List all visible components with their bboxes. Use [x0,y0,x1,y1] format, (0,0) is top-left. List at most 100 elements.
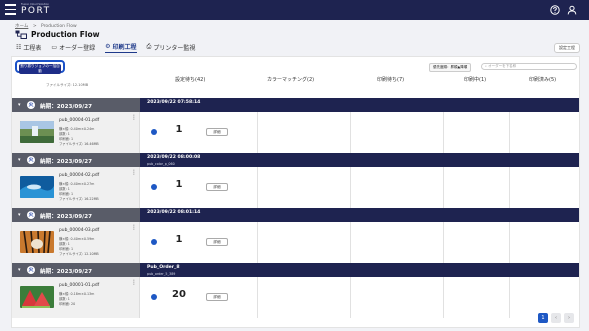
order-title: 2023/09/22 08:01:14 [147,210,201,215]
job-info-cell: pub_00004-01.pdf 横×縦: 0.40m×0.24m 部数: 1 … [12,112,140,153]
user-icon[interactable] [567,5,577,15]
column-divider [350,222,351,263]
status-dot-icon [151,294,157,300]
print-process-panel: 割り振りジョブの一括自動 優先度順：昇順▲降順 ⌕ オーダーを下名称 設定待ち(… [11,56,580,328]
column-divider [443,277,444,318]
order-title: Pub_Order_8 [147,265,180,270]
column-header-print-wait: 印刷待ち(7) [377,77,405,83]
job-row[interactable]: pub_00004-03.pdf 横×縦: 0.40m×0.59m 部数: 1 … [12,222,579,263]
auto-assign-jobs-button[interactable]: 割り振りジョブの一括自動 [15,60,65,74]
job-row[interactable]: pub_00004-01.pdf 横×縦: 0.40m×0.24m 部数: 1 … [12,112,579,153]
page-1-button[interactable]: 1 [538,313,548,323]
column-header-printing: 印刷中(1) [464,77,487,83]
more-options-icon[interactable]: ⋮ [131,115,137,121]
column-header-setting-wait: 設定待ち(42) [175,77,206,83]
job-thumbnail [20,121,54,143]
weekday-badge: 火 [27,156,35,164]
column-divider [257,277,258,318]
tab-label: 印刷工程 [112,44,137,51]
help-icon[interactable] [550,5,560,15]
settings-process-button[interactable]: 設定工程 [554,43,580,53]
due-date-group-header[interactable]: ▾ 火 納期：2023/09/27 2023/09/22 08:01:14 [12,208,579,222]
quantity-value: 20 [172,289,186,300]
order-title: 2023/09/22 07:58:14 [147,100,201,105]
column-header-color-matching: カラーマッチング(2) [267,77,315,83]
printer-monitor-icon: ⎙ [146,43,152,50]
tab-label: オーダー登録 [59,44,96,52]
status-dot-icon [151,239,157,245]
breadcrumb-home[interactable]: ホーム [15,24,28,29]
due-date-title: 納期：2023/09/27 [40,158,93,165]
job-thumbnail [20,286,54,308]
status-dot-icon [151,129,157,135]
job-info-cell: pub_00004-02.pdf 横×縦: 0.40m×0.27m 部数: 1 … [12,167,140,208]
auto-assign-jobs-label: 割り振りジョブの一括自動 [19,64,61,74]
breadcrumb: ホーム > Production Flow [15,23,80,29]
due-date-group-header[interactable]: ▾ 火 納期：2023/09/27 2023/09/22 08:00:08 pu… [12,153,579,167]
menu-icon[interactable] [5,4,16,16]
column-divider [350,167,351,208]
column-divider [350,112,351,153]
job-thumbnail [20,176,54,198]
column-header-printed: 印刷済み(5) [529,77,557,83]
breadcrumb-separator: > [32,24,37,29]
tab-label: プリンター監視 [153,44,196,52]
detail-button[interactable]: 詳細 [206,238,228,246]
column-divider [509,112,510,153]
file-name: pub_00001-01.pdf [59,283,100,288]
chevron-down-icon[interactable]: ▾ [18,102,21,108]
file-size-text: ファイルサイズ: 12.10MB [59,252,99,256]
chevron-down-icon[interactable]: ▾ [18,212,21,218]
more-options-icon[interactable]: ⋮ [131,280,137,286]
chevron-down-icon[interactable]: ▾ [18,267,21,273]
file-name: pub_00004-01.pdf [59,118,100,123]
top-bar: Fusion Cloud Solution PORT [0,0,589,20]
quantity-value: 1 [175,234,183,245]
search-input[interactable]: ⌕ オーダーを下名称 [481,63,577,70]
order-header: 2023/09/22 07:58:14 [140,98,579,112]
detail-button[interactable]: 詳細 [206,183,228,191]
print-icon: ⚙ [105,43,111,50]
order-icon: ▭ [51,43,58,51]
column-divider [257,222,258,263]
production-flow-icon [15,30,27,39]
tab-print-process[interactable]: ⚙ 印刷工程 [105,42,137,53]
column-divider [350,277,351,318]
file-name: pub_00004-03.pdf [59,228,100,233]
print-sides-text: 印刷面: 20 [59,302,76,306]
more-options-icon[interactable]: ⋮ [131,225,137,231]
due-date-group-header[interactable]: ▾ 火 納期：2023/09/27 2023/09/22 07:58:14 [12,98,579,112]
due-date-group-header[interactable]: ▾ 火 納期：2023/09/27 Pub_Order_8 pub_order_… [12,263,579,277]
file-name: pub_00004-02.pdf [59,173,100,178]
brand-logo[interactable]: PORT [21,6,51,16]
quantity-value: 1 [175,179,183,190]
tab-gantt[interactable]: ☷ 工程表 [16,42,41,53]
job-info-cell: pub_00004-03.pdf 横×縦: 0.40m×0.59m 部数: 1 … [12,222,140,263]
tab-label: 工程表 [23,44,42,52]
more-options-icon[interactable]: ⋮ [131,170,137,176]
tab-order-registration[interactable]: ▭ オーダー登録 [51,42,95,53]
detail-button[interactable]: 詳細 [206,128,228,136]
file-size-text: ファイルサイズ: 16.46MB [59,142,99,146]
tab-printer-monitor[interactable]: ⎙ プリンター監視 [147,42,196,53]
page-title: Production Flow [31,30,100,39]
column-divider [257,112,258,153]
due-date-title: 納期：2023/09/27 [40,213,93,220]
due-date-title: 納期：2023/09/27 [40,268,93,275]
job-info-cell: pub_00001-01.pdf 横×縦: 0.18m×0.13m 部数: 1 … [12,277,140,318]
job-row[interactable]: pub_00004-02.pdf 横×縦: 0.40m×0.27m 部数: 1 … [12,167,579,208]
prev-page-button[interactable]: ‹ [551,313,561,323]
search-icon: ⌕ [485,64,487,68]
weekday-badge: 火 [27,101,35,109]
order-subtitle: pub_order_5_389 [147,271,176,276]
job-row[interactable]: pub_00001-01.pdf 横×縦: 0.18m×0.13m 部数: 1 … [12,277,579,318]
next-page-button[interactable]: › [564,313,574,323]
breadcrumb-current: Production Flow [41,24,77,29]
order-header: Pub_Order_8 pub_order_5_389 [140,263,579,277]
order-subtitle: pub_color_p_060 [147,161,175,166]
detail-button[interactable]: 詳細 [206,293,228,301]
chevron-down-icon[interactable]: ▾ [18,157,21,163]
column-divider [443,167,444,208]
sort-priority-button[interactable]: 優先度順：昇順▲降順 [429,63,472,72]
file-size-text: ファイルサイズ: 16.22MB [59,197,99,201]
